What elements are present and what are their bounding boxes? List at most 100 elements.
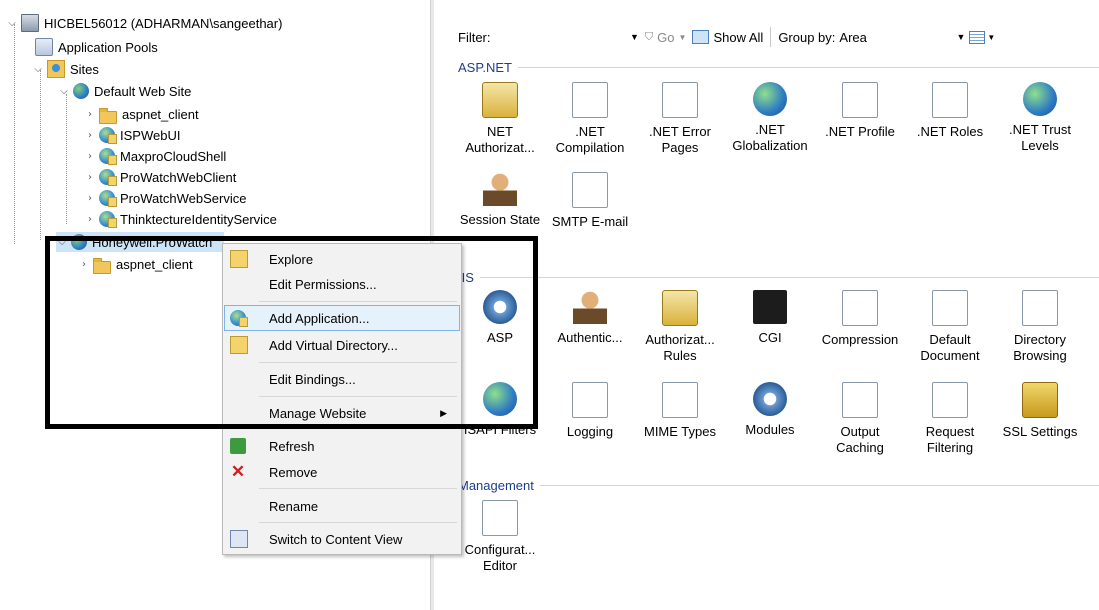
feature-iis-9[interactable]: MIME Types [636, 382, 724, 440]
funnel-icon: ⛉ [644, 30, 654, 43]
tree-node-server[interactable]: ⌵ HICBEL56012 (ADHARMAN\sangeethar) [6, 13, 282, 33]
chevron-down-icon[interactable]: ▼ [987, 33, 995, 42]
chevron-right-icon[interactable]: › [84, 130, 96, 141]
menu-item-refresh[interactable]: Refresh [225, 434, 459, 458]
group-header-management: Management [458, 476, 1099, 494]
feature-label-line1: MIME Types [643, 424, 716, 439]
tree-node-label: Honeywell.ProWatch [92, 234, 213, 250]
feature-iis-6[interactable]: Directory Browsing [996, 290, 1084, 364]
view-mode-button[interactable]: ▼ [969, 30, 995, 44]
tree-node-honeywell-prowatch[interactable]: ⌵ Honeywell.ProWatch [56, 232, 225, 252]
chevron-down-icon[interactable]: ⌵ [56, 237, 68, 248]
group-by-select[interactable]: Area ▼ [839, 30, 965, 45]
chevron-right-icon[interactable]: › [84, 172, 96, 183]
feature-iis-7[interactable]: ISAPI Filters [456, 382, 544, 438]
tree-node-ispwebui[interactable]: › ISPWebUI [84, 125, 180, 145]
tree-node-thinktecture[interactable]: › ThinktectureIdentityService [84, 209, 277, 229]
feature-iis-8[interactable]: Logging [546, 382, 634, 440]
feature-label-line2: Editor [483, 558, 517, 573]
menu-item-edit-permissions[interactable]: Edit Permissions... [225, 272, 459, 296]
feature-iis-1[interactable]: Authentic... [546, 290, 634, 346]
tree-node-default-web-site[interactable]: ⌵ Default Web Site [58, 81, 191, 101]
feature-iis-12[interactable]: Request Filtering [906, 382, 994, 456]
feature-iis-4[interactable]: Compression [816, 290, 904, 348]
tree-node-prowatchwebclient[interactable]: › ProWatchWebClient [84, 167, 236, 187]
feature-iis-0[interactable]: ASP [456, 290, 544, 346]
feature-icon [482, 82, 518, 118]
feature-label-line1: Authorizat... [645, 332, 715, 347]
tree-node-aspnet-client[interactable]: › aspnet_client [84, 104, 199, 124]
chevron-right-icon[interactable]: › [84, 151, 96, 162]
feature-aspnet-1[interactable]: .NET Compilation [546, 82, 634, 156]
tree-guide [66, 94, 67, 224]
feature-label-line2: Browsing [1013, 348, 1067, 363]
feature-aspnet-7[interactable]: Session State [456, 172, 544, 228]
menu-item-add-virtual-directory[interactable]: Add Virtual Directory... [225, 333, 459, 357]
chevron-down-icon[interactable]: ▼ [679, 33, 687, 42]
feature-aspnet-0[interactable]: NET Authorizat... [456, 82, 544, 156]
feature-label-line1: SSL Settings [1002, 424, 1078, 439]
chevron-right-icon: ▶ [440, 407, 447, 418]
chevron-down-icon[interactable]: ⌵ [58, 86, 70, 97]
feature-icon [932, 290, 968, 326]
menu-item-explore[interactable]: Explore [225, 247, 459, 271]
menu-item-manage-website[interactable]: Manage Website ▶ [225, 401, 459, 425]
chevron-right-icon[interactable]: › [78, 259, 90, 270]
feature-label-line1: Default [929, 332, 971, 347]
feature-aspnet-4[interactable]: .NET Profile [816, 82, 904, 140]
filter-dropdown-icon[interactable]: ▼ [630, 32, 639, 42]
tree-node-sites[interactable]: ⌵ Sites [32, 59, 99, 79]
application-icon [230, 310, 248, 327]
feature-label-line1: Authentic... [557, 330, 623, 345]
feature-iis-11[interactable]: Output Caching [816, 382, 904, 456]
filter-input[interactable] [498, 27, 630, 47]
menu-item-switch-content-view[interactable]: Switch to Content View [225, 527, 459, 551]
tree-node-prowatchwebservice[interactable]: › ProWatchWebService [84, 188, 246, 208]
tree-node-maxprocloudshell[interactable]: › MaxproCloudShell [84, 146, 226, 166]
feature-label-line1: .NET Trust [1009, 122, 1071, 137]
sites-icon [47, 60, 65, 78]
feature-management-0[interactable]: Configurat... Editor [456, 500, 544, 574]
feature-label-line1: Compression [821, 332, 899, 347]
menu-item-remove[interactable]: ✕ Remove [225, 460, 459, 484]
toolbar-separator [770, 27, 772, 47]
go-button[interactable]: ⛉ Go ▼ [645, 30, 687, 45]
application-icon [99, 148, 117, 165]
menu-item-edit-bindings[interactable]: Edit Bindings... [225, 367, 459, 391]
folder-icon [99, 107, 117, 124]
feature-aspnet-3[interactable]: .NET Globalization [726, 82, 814, 154]
feature-label-line1: ASP [486, 330, 513, 345]
chevron-right-icon[interactable]: › [84, 193, 96, 204]
tree-node-application-pools[interactable]: Application Pools [32, 37, 158, 57]
menu-item-add-application[interactable]: Add Application... [224, 305, 460, 331]
application-icon [99, 127, 117, 144]
feature-icon [842, 290, 878, 326]
chevron-right-icon[interactable]: › [84, 214, 96, 225]
context-menu: Explore Edit Permissions... Add Applicat… [222, 243, 462, 555]
feature-icon [482, 500, 518, 536]
feature-aspnet-5[interactable]: .NET Roles [906, 82, 994, 140]
feature-label-line2: Authorizat... [465, 140, 535, 155]
feature-iis-5[interactable]: Default Document [906, 290, 994, 364]
menu-item-rename[interactable]: Rename [225, 494, 459, 518]
chevron-down-icon[interactable]: ⌵ [6, 18, 18, 29]
feature-iis-2[interactable]: Authorizat... Rules [636, 290, 724, 364]
feature-aspnet-8[interactable]: SMTP E-mail [546, 172, 634, 230]
feature-label-line1: .NET Profile [825, 124, 895, 139]
website-globe-icon [73, 83, 89, 99]
chevron-down-icon[interactable]: ▼ [956, 32, 965, 42]
tree-node-honeywell-aspnet-client[interactable]: › aspnet_client [78, 254, 193, 274]
feature-aspnet-2[interactable]: .NET Error Pages [636, 82, 724, 156]
show-all-button[interactable]: Show All [692, 30, 763, 45]
feature-iis-10[interactable]: Modules [726, 382, 814, 438]
feature-iis-3[interactable]: CGI [726, 290, 814, 346]
feature-label-line1: Modules [745, 422, 795, 437]
chevron-down-icon[interactable]: ⌵ [32, 64, 44, 75]
feature-icon [932, 382, 968, 418]
feature-label-line1: .NET Error [649, 124, 711, 139]
feature-aspnet-6[interactable]: .NET Trust Levels [996, 82, 1084, 154]
feature-label-line1: CGI [758, 330, 782, 345]
feature-icon [483, 172, 517, 206]
chevron-right-icon[interactable]: › [84, 109, 96, 120]
feature-iis-13[interactable]: SSL Settings [996, 382, 1084, 440]
